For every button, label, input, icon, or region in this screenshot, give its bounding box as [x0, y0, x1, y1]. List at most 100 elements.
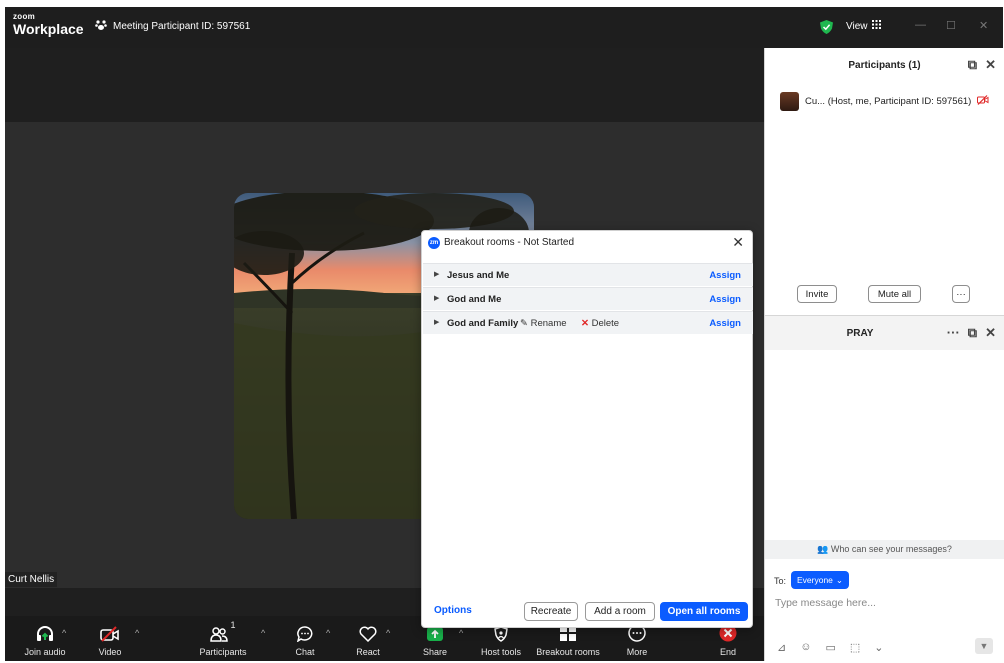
meeting-id-info[interactable]: Meeting Participant ID: 597561 [95, 19, 250, 34]
video-button[interactable]: Video [75, 620, 145, 657]
shield-check-icon[interactable] [820, 20, 833, 39]
add-room-button[interactable]: Add a room [585, 602, 655, 621]
room-row[interactable]: ▶ God and Family ✎ Rename ✕ Delete Assig… [423, 311, 753, 334]
view-label: View [846, 20, 868, 32]
zoom-logo-icon: zm [428, 237, 440, 249]
close-icon[interactable]: ✕ [985, 57, 996, 73]
participants-icon: 1 [210, 620, 236, 642]
stage-top-band [5, 48, 764, 122]
room-row[interactable]: ▶ Jesus and Me Assign [423, 263, 753, 286]
share-label: Share [422, 647, 448, 657]
chat-label: Chat [295, 647, 315, 657]
assign-link[interactable]: Assign [709, 294, 741, 305]
room-row[interactable]: ▶ God and Me Assign [423, 287, 753, 310]
audio-caret-icon[interactable]: ^ [62, 628, 66, 638]
react-caret-icon[interactable]: ^ [386, 628, 390, 638]
maximize-icon[interactable]: ☐ [946, 19, 956, 32]
assign-link[interactable]: Assign [709, 270, 741, 281]
more-label: More [626, 647, 648, 657]
expand-arrow-icon[interactable]: ▶ [434, 318, 439, 326]
react-label: React [356, 647, 380, 657]
delete-x-icon: ✕ [581, 318, 589, 329]
recipient-label: Everyone [797, 575, 833, 585]
breakout-rooms-dialog: zm Breakout rooms - Not Started ✕ ▶ Jesu… [421, 230, 753, 628]
minimize-icon[interactable]: — [915, 19, 926, 31]
logo-line-zoom: zoom [13, 12, 36, 21]
end-label: End [719, 647, 736, 657]
avatar [780, 91, 799, 111]
who-can-see-link[interactable]: 👥 Who can see your messages? [765, 540, 1004, 559]
who-can-see-label: Who can see your messages? [830, 544, 952, 554]
participants-button[interactable]: 1 Participants [188, 620, 258, 657]
emoji-icon[interactable]: ☺ [800, 641, 811, 654]
delete-button[interactable]: ✕ Delete [581, 318, 619, 329]
side-panel: Participants (1) ⧉ ✕ Cu... (Host, me, Pa… [764, 48, 1004, 661]
room-name: Jesus and Me [447, 270, 510, 281]
zoom-window: zoom Workplace Meeting Participant ID: 5… [0, 0, 1004, 663]
breakout-dialog-title: Breakout rooms - Not Started [444, 237, 575, 248]
heart-icon [359, 620, 377, 642]
video-off-icon [977, 94, 989, 108]
participant-name-label: Curt Nellis [5, 572, 58, 587]
expand-arrow-icon[interactable]: ▶ [434, 294, 439, 302]
participants-caret-icon[interactable]: ^ [261, 628, 265, 638]
popout-icon[interactable]: ⧉ [968, 57, 977, 73]
options-link[interactable]: Options [434, 605, 472, 616]
delete-label: Delete [591, 318, 620, 329]
people-icon: 👥 [817, 544, 829, 554]
video-off-icon [100, 620, 120, 642]
grid-icon [871, 20, 881, 32]
close-icon[interactable]: ✕ [985, 325, 996, 341]
more-options-icon[interactable]: ··· [952, 285, 970, 303]
participants-label: Participants [199, 647, 247, 657]
participants-header-icons: ⧉ ✕ [968, 57, 996, 73]
pencil-icon: ✎ [520, 318, 528, 329]
chat-header-icons: ··· ⧉ ✕ [947, 325, 996, 341]
send-icon[interactable]: ▼ [975, 638, 993, 654]
chat-header: PRAY ··· ⧉ ✕ [765, 316, 1004, 350]
chat-more-icon[interactable]: ··· [947, 325, 960, 341]
rename-label: Rename [530, 318, 567, 329]
paw-icon [95, 19, 107, 34]
message-input[interactable]: Type message here... [775, 597, 876, 609]
format-icon[interactable]: ⊿ [777, 641, 786, 654]
screenshot-icon[interactable]: ⬚ [850, 641, 860, 654]
share-caret-icon[interactable]: ^ [459, 628, 463, 638]
breakout-rooms-label: Breakout rooms [536, 647, 600, 657]
room-name: God and Me [447, 294, 502, 305]
recipient-dropdown[interactable]: Everyone ⌄ [791, 571, 850, 589]
open-all-rooms-button[interactable]: Open all rooms [660, 602, 748, 621]
recreate-button[interactable]: Recreate [524, 602, 578, 621]
video-label: Video [98, 647, 122, 657]
participants-count: 1 [230, 620, 236, 630]
tools-caret-icon[interactable]: ⌄ [874, 641, 883, 654]
close-window-icon[interactable]: ✕ [979, 19, 988, 32]
chat-icon [297, 620, 313, 642]
chat-tools: ⊿ ☺ ▭ ⬚ ⌄ [777, 641, 883, 654]
file-icon[interactable]: ▭ [825, 641, 835, 654]
breakout-dialog-footer: Options Recreate Add a room Open all roo… [422, 597, 752, 627]
video-caret-icon[interactable]: ^ [135, 628, 139, 638]
breakout-dialog-header: zm Breakout rooms - Not Started ✕ [422, 231, 752, 255]
participant-row[interactable]: Cu... (Host, me, Participant ID: 597561) [780, 91, 1004, 111]
meeting-id-text: Meeting Participant ID: 597561 [113, 21, 251, 32]
react-button[interactable]: React [333, 620, 403, 657]
title-bar: zoom Workplace Meeting Participant ID: 5… [5, 7, 1003, 48]
mute-all-button[interactable]: Mute all [868, 285, 921, 303]
popout-icon[interactable]: ⧉ [968, 325, 977, 341]
room-name: God and Family [447, 318, 519, 329]
close-icon[interactable]: ✕ [732, 234, 744, 251]
chat-button[interactable]: Chat [270, 620, 340, 657]
join-audio-button[interactable]: Join audio [10, 620, 80, 657]
host-tools-label: Host tools [480, 647, 522, 657]
rename-button[interactable]: ✎ Rename [520, 318, 567, 329]
assign-link[interactable]: Assign [709, 318, 741, 329]
chat-caret-icon[interactable]: ^ [326, 628, 330, 638]
invite-button[interactable]: Invite [797, 285, 837, 303]
to-label: To: [774, 576, 787, 586]
expand-arrow-icon[interactable]: ▶ [434, 270, 439, 278]
headphones-icon [36, 620, 54, 642]
participants-header: Participants (1) ⧉ ✕ [765, 48, 1004, 82]
logo-line-workplace: Workplace [13, 21, 84, 37]
view-button[interactable]: View [846, 20, 881, 32]
